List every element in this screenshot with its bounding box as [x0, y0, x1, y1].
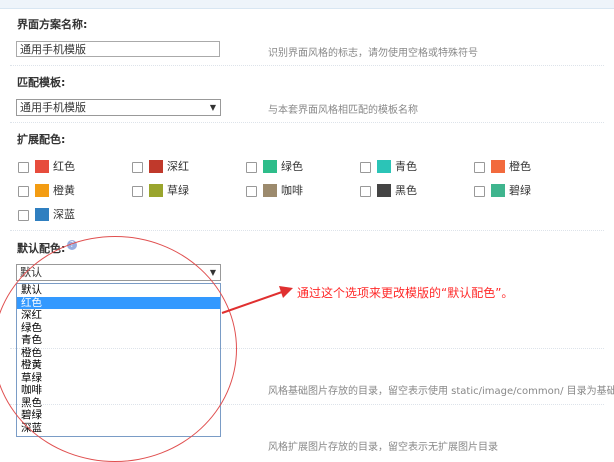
annotation-arrow: [221, 286, 293, 314]
annotation-text: 通过这个选项来更改模版的“默认配色”。: [297, 286, 514, 300]
